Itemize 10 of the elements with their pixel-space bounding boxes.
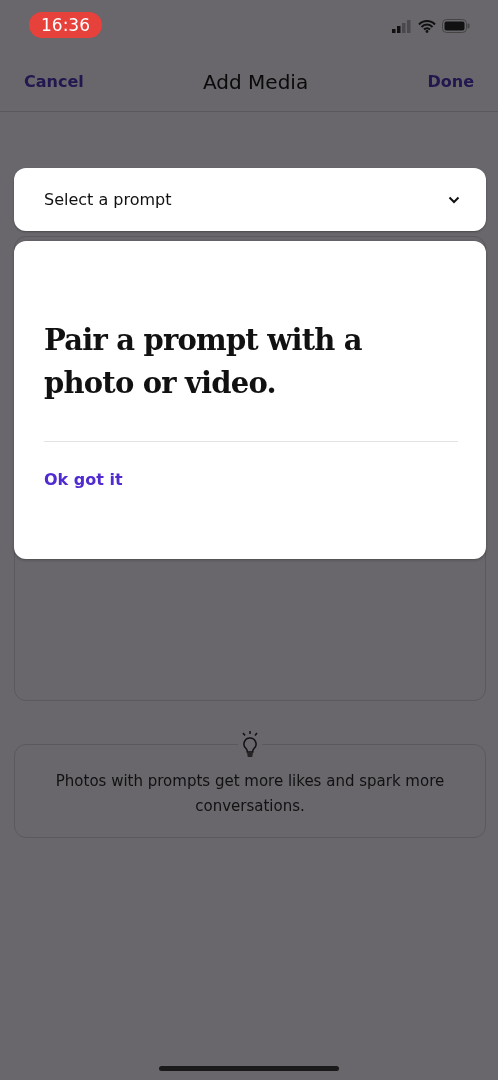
status-time: 16:36 bbox=[29, 12, 102, 38]
wifi-icon bbox=[418, 19, 436, 33]
battery-icon bbox=[442, 19, 470, 33]
screen-title: Add Media bbox=[203, 69, 309, 94]
ok-got-it-button[interactable]: Ok got it bbox=[44, 470, 123, 489]
signal-icon bbox=[392, 19, 412, 33]
chevron-down-icon bbox=[448, 195, 460, 204]
tooltip-message: Pair a prompt with a photo or video. bbox=[44, 322, 363, 402]
prompt-dropdown[interactable]: Select a prompt bbox=[14, 168, 486, 231]
tip-text: Photos with prompts get more likes and spark more conversations. bbox=[54, 771, 446, 817]
